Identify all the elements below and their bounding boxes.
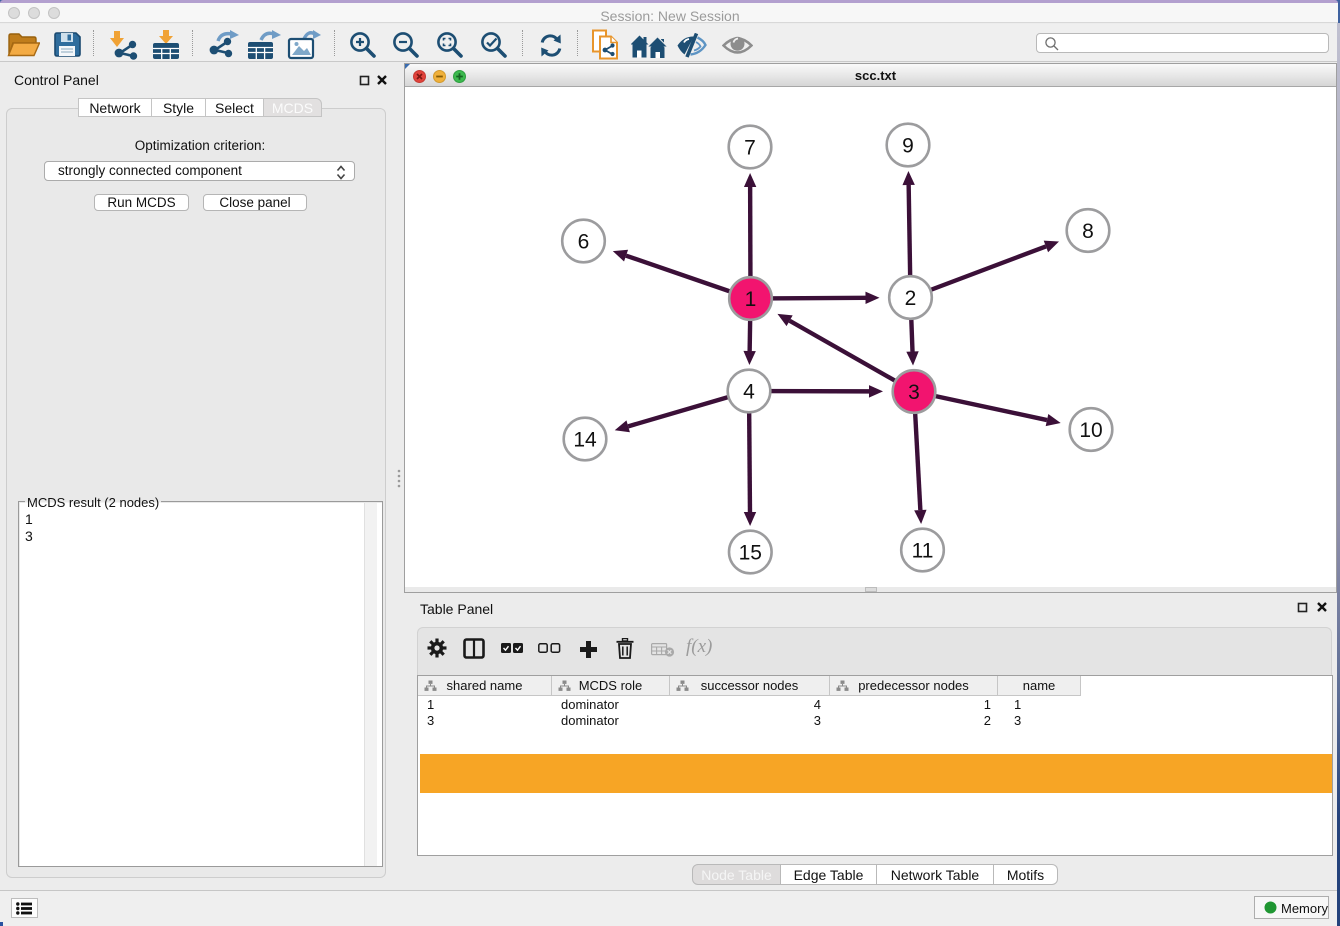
svg-text:7: 7 (744, 137, 756, 160)
svg-text:9: 9 (902, 135, 914, 158)
svg-text:8: 8 (1082, 220, 1094, 243)
svg-text:14: 14 (573, 429, 597, 452)
svg-text:6: 6 (578, 231, 590, 254)
svg-text:2: 2 (905, 287, 917, 310)
svg-text:3: 3 (908, 381, 920, 404)
svg-text:10: 10 (1079, 419, 1102, 442)
svg-text:15: 15 (739, 542, 762, 565)
svg-text:1: 1 (745, 288, 757, 311)
svg-text:4: 4 (743, 381, 755, 404)
svg-text:11: 11 (912, 540, 934, 563)
